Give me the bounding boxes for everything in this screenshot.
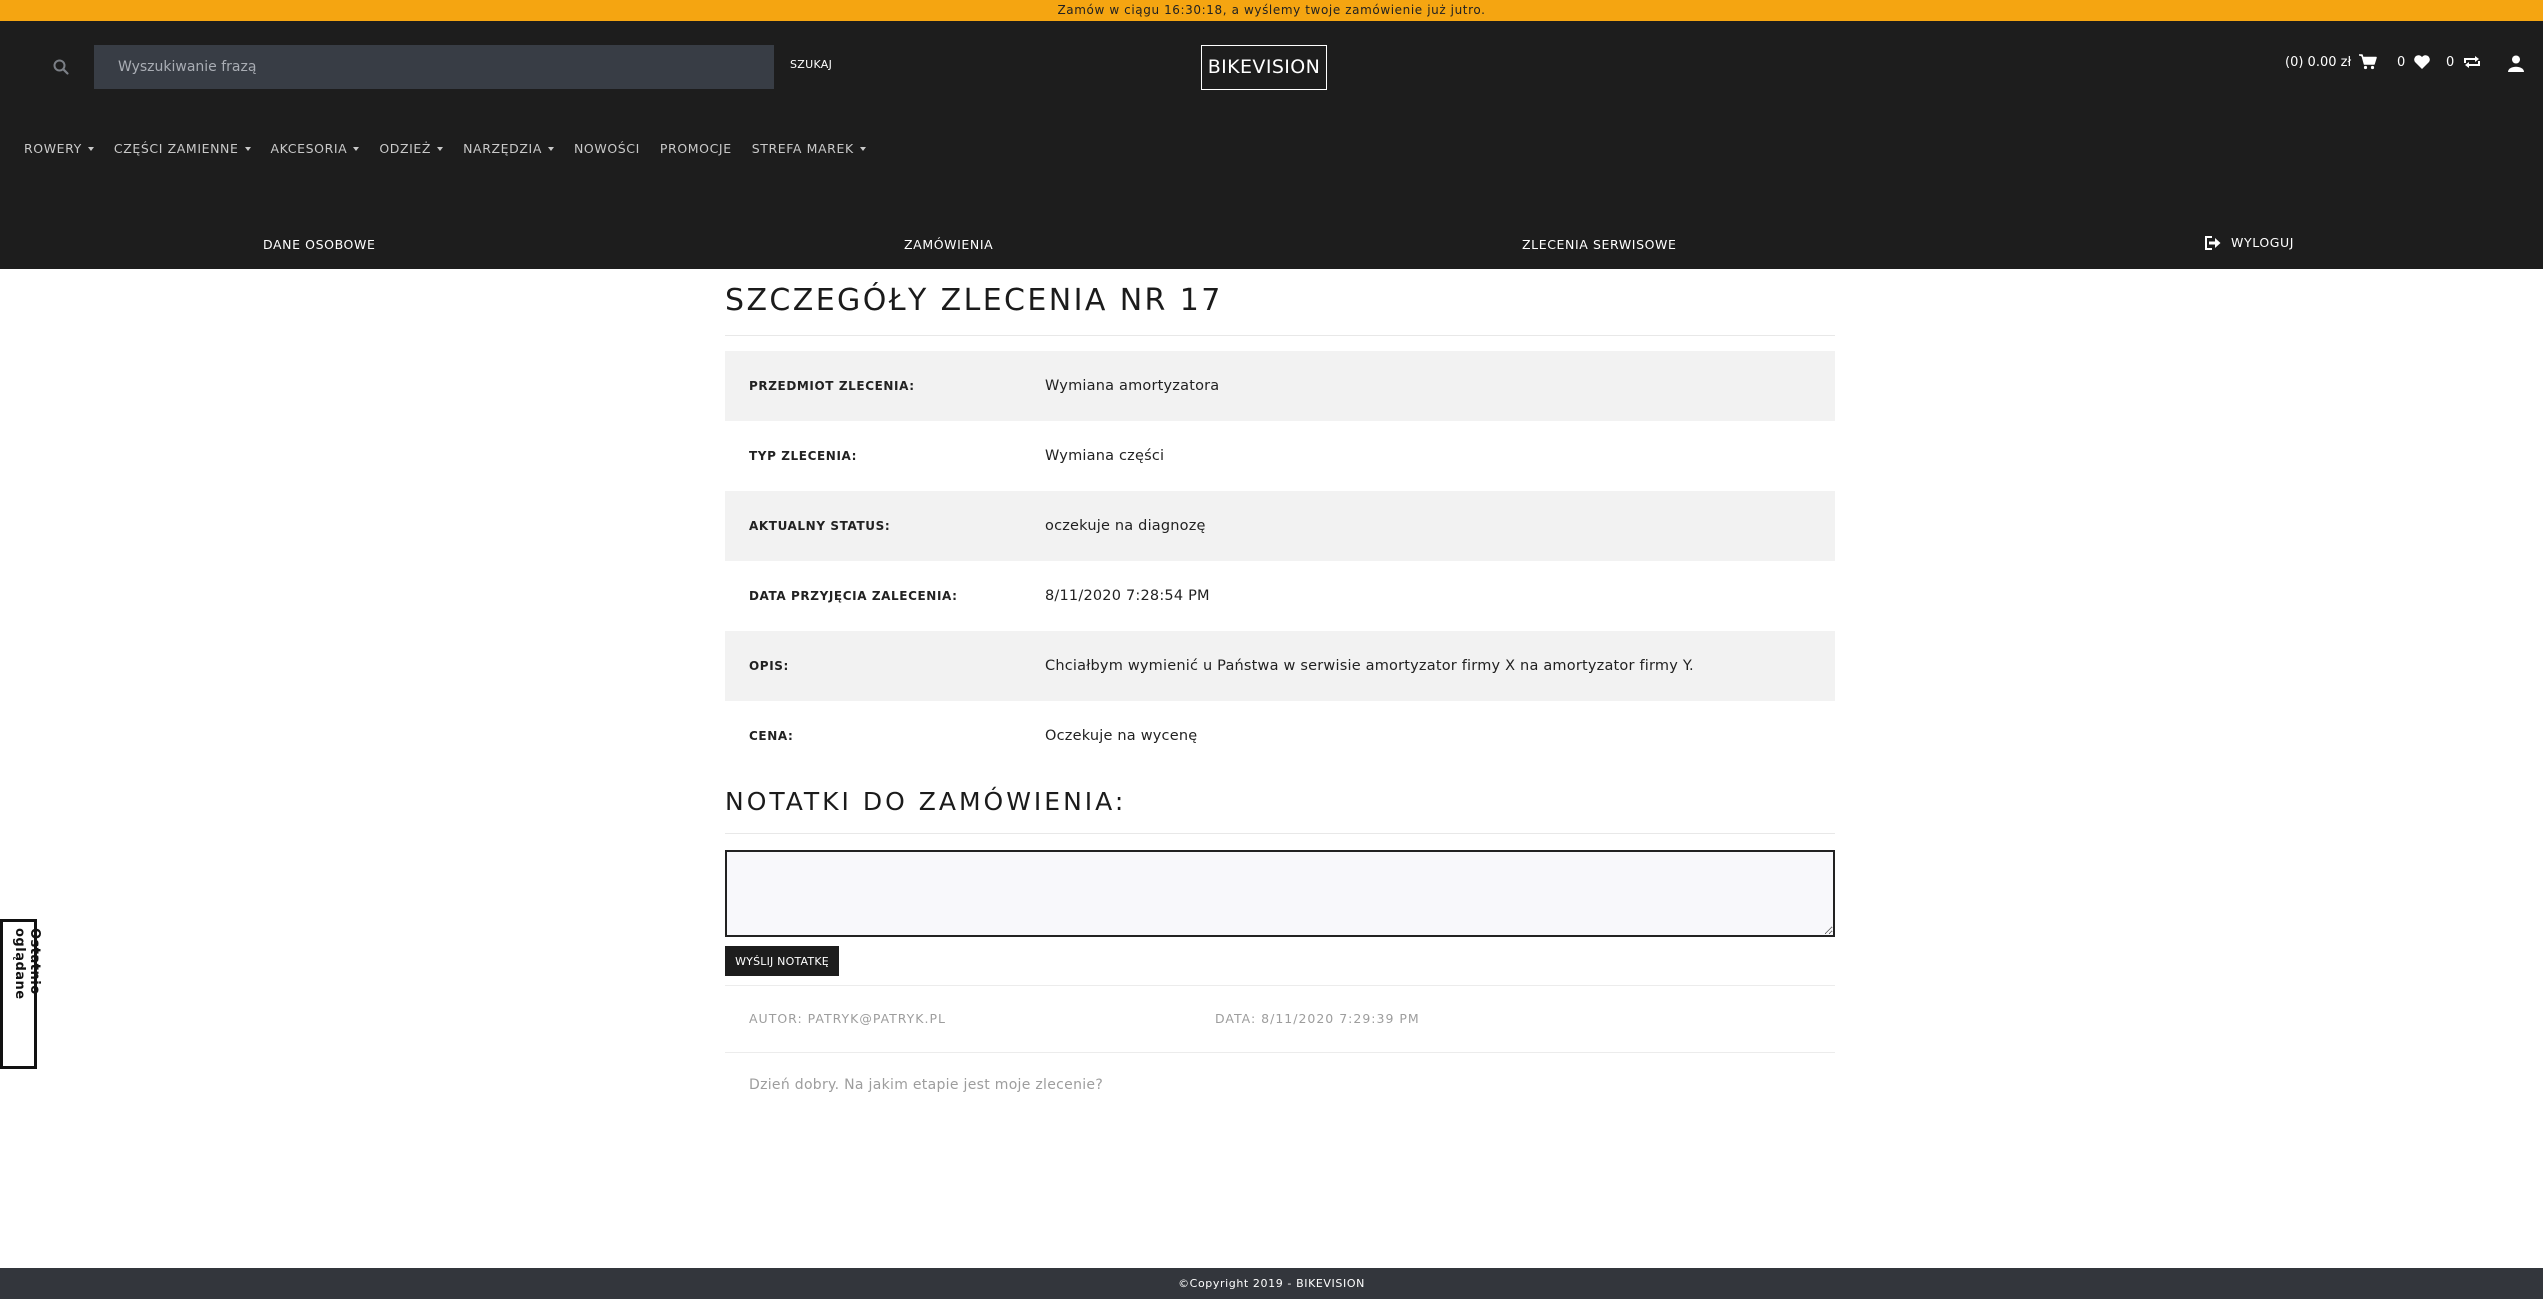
cart-summary: (0) 0.00 zł — [2285, 54, 2352, 70]
divider — [725, 833, 1835, 834]
nav-label: PROMOCJE — [659, 141, 732, 156]
sign-out-icon — [2205, 235, 2221, 250]
nav-item-akcesoria[interactable]: AKCESORIA — [271, 141, 360, 156]
nav-label: ODZIEŻ — [379, 141, 432, 156]
detail-label: CENA: — [749, 729, 794, 743]
nav-item-strefa-marek[interactable]: STREFA MAREK — [752, 141, 866, 156]
wishlist-count: 0 — [2397, 54, 2406, 70]
cart-icon — [2359, 54, 2377, 70]
caret-down-icon — [87, 146, 94, 151]
note-textarea[interactable] — [725, 850, 1835, 937]
detail-value: oczekuje na diagnozę — [1045, 518, 1206, 534]
promo-bar: Zamów w ciągu 16:30:18, a wyślemy twoje … — [0, 0, 2543, 21]
note-author: AUTOR: PATRYK@PATRYK.PL — [749, 1011, 946, 1026]
page-title: SZCZEGÓŁY ZLECENIA NR 17 — [725, 283, 1223, 318]
nav-label: ROWERY — [24, 141, 82, 156]
logout-label: WYLOGUJ — [2231, 235, 2295, 250]
account-nav: DANE OSOBOWE ZAMÓWIENIA ZLECENIA SERWISO… — [0, 235, 2543, 267]
nav-label: NOWOŚCI — [573, 141, 640, 156]
logout-button[interactable]: WYLOGUJ — [2205, 235, 2294, 250]
footer: ©Copyright 2019 - BIKEVISION — [0, 1268, 2543, 1299]
caret-down-icon — [859, 146, 866, 151]
nav-item-odziez[interactable]: ODZIEŻ — [379, 141, 444, 156]
detail-row: AKTUALNY STATUS: oczekuje na diagnozę — [725, 491, 1835, 561]
detail-label: DATA PRZYJĘCIA ZALECENIA: — [749, 589, 958, 603]
details-table: PRZEDMIOT ZLECENIA: Wymiana amortyzatora… — [725, 351, 1835, 771]
search-icon[interactable] — [52, 58, 70, 76]
caret-down-icon — [547, 146, 554, 151]
site-header: SZUKAJ BIKEVISION (0) 0.00 zł 0 0 ROWERY — [0, 21, 2543, 269]
nav-label: CZĘŚCI ZAMIENNE — [113, 141, 239, 156]
send-note-button[interactable]: WYŚLIJ NOTATKĘ — [725, 946, 839, 976]
nav-item-narzedzia[interactable]: NARZĘDZIA — [463, 141, 554, 156]
note-date: DATA: 8/11/2020 7:29:39 PM — [1215, 1011, 1420, 1026]
detail-row: CENA: Oczekuje na wycenę — [725, 701, 1835, 771]
nav-label: STREFA MAREK — [751, 141, 854, 156]
divider — [725, 1052, 1835, 1053]
detail-row: OPIS: Chciałbym wymienić u Państwa w ser… — [725, 631, 1835, 701]
main-nav: ROWERY CZĘŚCI ZAMIENNE AKCESORIA ODZIEŻ … — [24, 141, 866, 156]
divider — [725, 335, 1835, 336]
tab-personal-data[interactable]: DANE OSOBOWE — [263, 237, 375, 252]
wishlist-link[interactable]: 0 — [2397, 54, 2431, 70]
note-text: Dzień dobry. Na jakim etapie jest moje z… — [749, 1077, 1104, 1093]
tab-service-orders[interactable]: ZLECENIA SERWISOWE — [1522, 237, 1677, 252]
nav-item-rowery[interactable]: ROWERY — [24, 141, 94, 156]
detail-row: DATA PRZYJĘCIA ZALECENIA: 8/11/2020 7:28… — [725, 561, 1835, 631]
nav-label: AKCESORIA — [270, 141, 348, 156]
detail-value: Wymiana części — [1045, 448, 1165, 464]
caret-down-icon — [244, 146, 251, 151]
detail-value: 8/11/2020 7:28:54 PM — [1045, 588, 1210, 604]
detail-value: Wymiana amortyzatora — [1045, 378, 1220, 394]
compare-link[interactable]: 0 — [2446, 54, 2482, 70]
notes-title: NOTATKI DO ZAMÓWIENIA: — [725, 787, 1127, 816]
detail-label: OPIS: — [749, 659, 789, 673]
recently-viewed-label: Ostatnio oglądane — [12, 928, 42, 1000]
detail-label: TYP ZLECENIA: — [749, 449, 858, 463]
nav-item-promocje[interactable]: PROMOCJE — [660, 141, 732, 156]
detail-label: PRZEDMIOT ZLECENIA: — [749, 379, 915, 393]
user-icon — [2508, 55, 2524, 72]
detail-value: Chciałbym wymienić u Państwa w serwisie … — [1045, 658, 1694, 674]
account-link[interactable] — [2508, 55, 2524, 72]
detail-value: Oczekuje na wycenę — [1045, 728, 1198, 744]
detail-row: PRZEDMIOT ZLECENIA: Wymiana amortyzatora — [725, 351, 1835, 421]
cart-link[interactable]: (0) 0.00 zł — [2285, 54, 2377, 70]
heart-icon — [2414, 55, 2431, 69]
caret-down-icon — [437, 146, 444, 151]
search-button[interactable]: SZUKAJ — [790, 58, 832, 71]
nav-item-nowosci[interactable]: NOWOŚCI — [574, 141, 640, 156]
recently-viewed-tab[interactable]: Ostatnio oglądane — [0, 919, 42, 1069]
nav-label: NARZĘDZIA — [463, 141, 542, 156]
search-input[interactable] — [94, 45, 774, 89]
detail-label: AKTUALNY STATUS: — [749, 519, 891, 533]
divider — [725, 985, 1835, 986]
compare-count: 0 — [2446, 54, 2455, 70]
tab-orders[interactable]: ZAMÓWIENIA — [904, 237, 993, 252]
detail-row: TYP ZLECENIA: Wymiana części — [725, 421, 1835, 491]
compare-icon — [2464, 56, 2481, 68]
logo[interactable]: BIKEVISION — [1201, 45, 1327, 90]
nav-item-czesci[interactable]: CZĘŚCI ZAMIENNE — [114, 141, 251, 156]
caret-down-icon — [353, 146, 360, 151]
